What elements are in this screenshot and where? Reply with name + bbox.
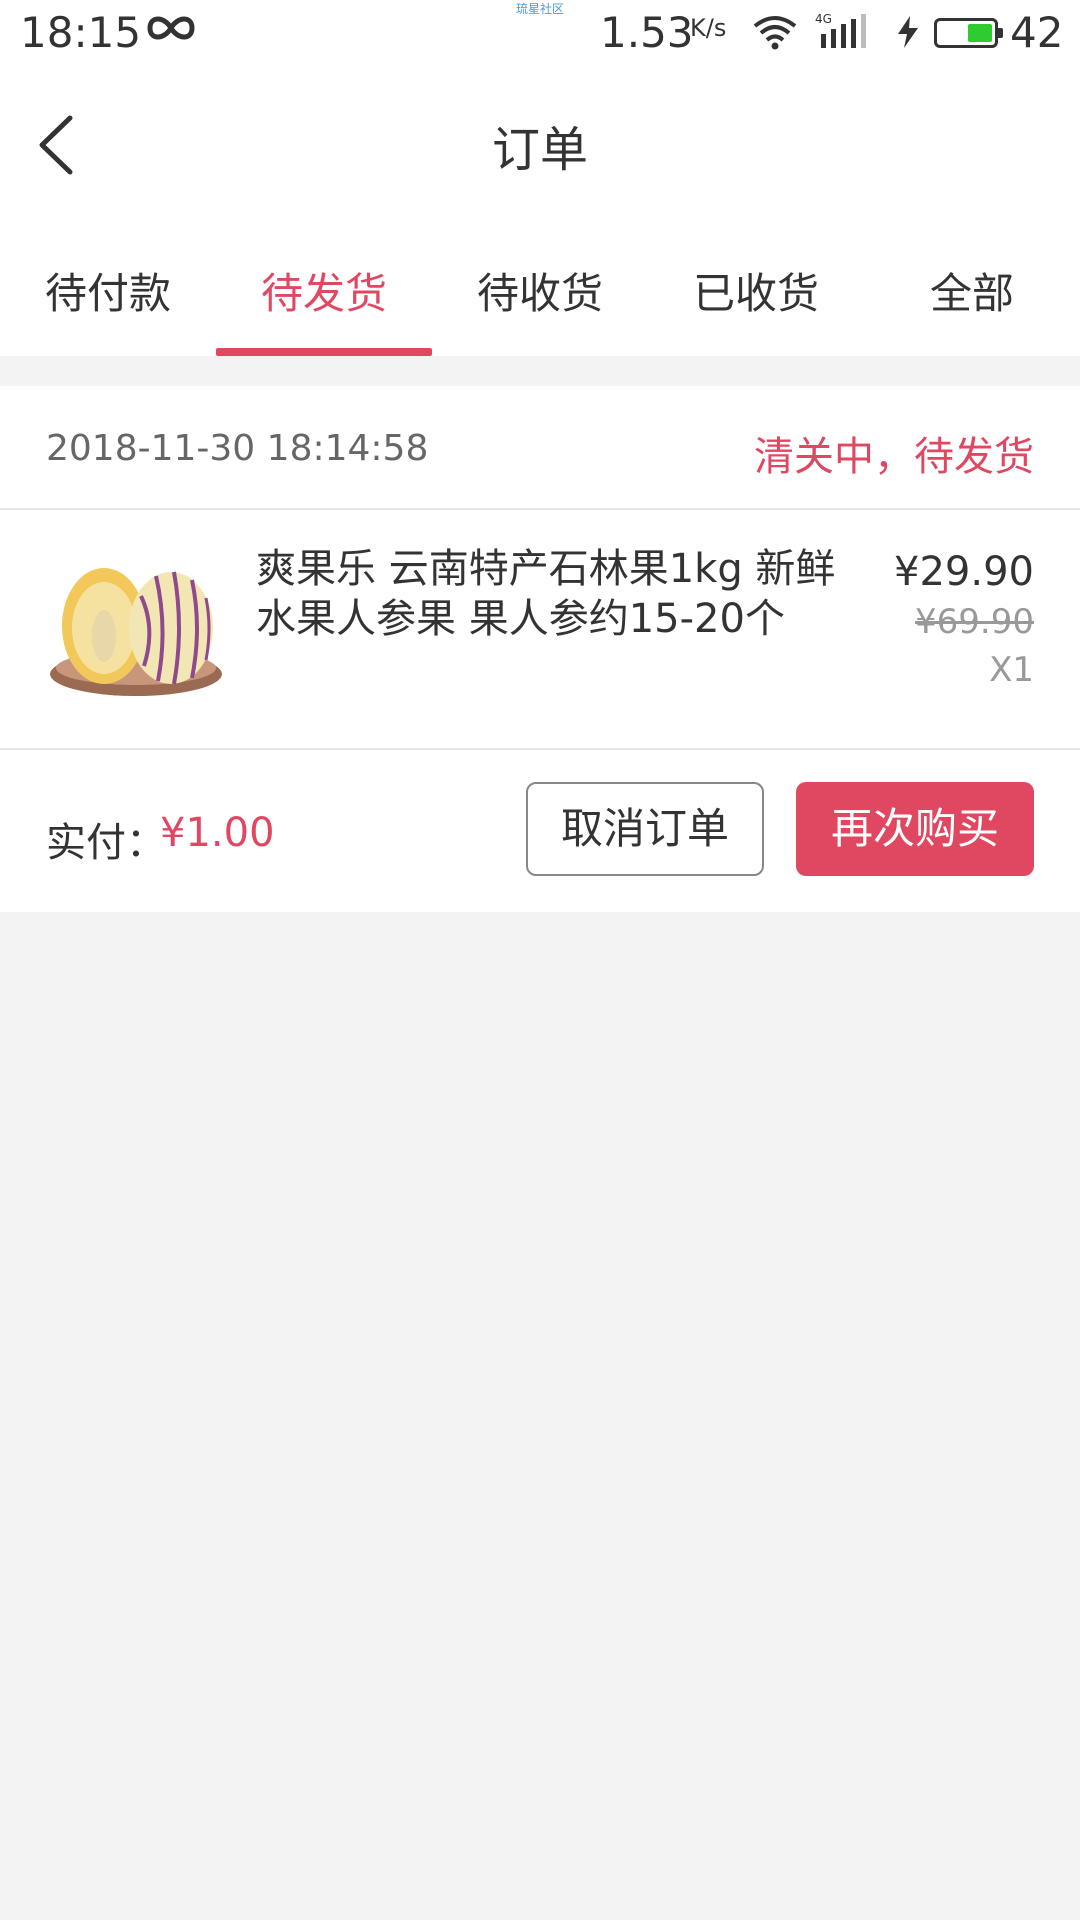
order-card: 2018-11-30 18:14:58 清关中，待发货 爽果乐 云南特产石林果1…	[0, 386, 1080, 912]
cancel-order-button[interactable]: 取消订单	[526, 782, 764, 876]
network-type: 4G	[815, 12, 832, 26]
active-tab-indicator	[216, 348, 432, 356]
product-price: ¥29.90	[894, 549, 1034, 595]
charging-icon	[896, 16, 920, 52]
product-image	[46, 536, 226, 716]
price-column: ¥29.90 ¥69.90 X1	[894, 546, 1034, 694]
battery-fill	[968, 24, 992, 42]
network-speed-unit: K/s	[690, 14, 727, 42]
signal-icon: 4G	[815, 12, 881, 56]
tab-all[interactable]: 全部	[864, 216, 1080, 356]
order-status: 清关中，待发货	[754, 434, 1034, 480]
paid-label: 实付：	[46, 820, 166, 866]
tab-received[interactable]: 已收货	[648, 216, 864, 356]
battery-level: 42	[1010, 8, 1064, 57]
tab-label: 待收货	[476, 269, 603, 318]
tab-label: 待付款	[44, 269, 171, 318]
product-quantity: X1	[989, 650, 1034, 690]
wifi-icon	[752, 14, 798, 54]
buy-again-button[interactable]: 再次购买	[796, 782, 1034, 876]
order-header: 2018-11-30 18:14:58 清关中，待发货	[0, 386, 1080, 510]
tab-pending-shipment[interactable]: 待发货	[216, 216, 432, 356]
tab-label: 全部	[929, 269, 1014, 318]
network-speed: 1.53	[600, 8, 694, 57]
order-tabs: 待付款 待发货 待收货 已收货 全部	[0, 216, 1080, 356]
tab-pending-payment[interactable]: 待付款	[0, 216, 216, 356]
page-title: 订单	[491, 122, 588, 178]
tab-label: 已收货	[692, 269, 819, 318]
paid-amount: ¥1.00	[160, 810, 275, 856]
battery-icon	[934, 18, 1003, 48]
product-name: 爽果乐 云南特产石林果1kg 新鲜水果人参果 果人参约15-20个	[256, 546, 836, 642]
tab-label: 待发货	[260, 269, 387, 318]
status-bar: 18:15 琉星社区 1.53 K/s 4G 42	[0, 0, 1080, 66]
order-item[interactable]: 爽果乐 云南特产石林果1kg 新鲜水果人参果 果人参约15-20个 ¥29.90…	[0, 510, 1080, 750]
product-original-price: ¥69.90	[915, 602, 1034, 642]
app-header: 订单	[0, 66, 1080, 216]
order-time: 2018-11-30 18:14:58	[46, 428, 429, 469]
tab-pending-receipt[interactable]: 待收货	[432, 216, 648, 356]
carrier-text: 琉星社区	[515, 2, 564, 16]
order-footer: 实付： ¥1.00 取消订单 再次购买	[0, 750, 1080, 912]
